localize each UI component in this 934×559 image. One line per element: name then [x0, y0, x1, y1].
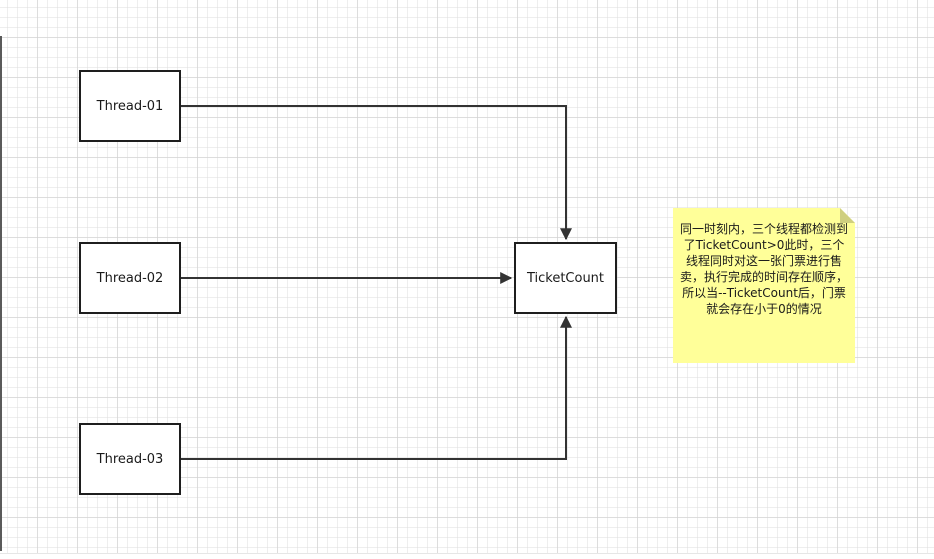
node-ticketcount-label: TicketCount [526, 270, 605, 286]
canvas-bottom-strip [0, 553, 934, 559]
node-thread-01[interactable]: Thread-01 [79, 70, 181, 142]
edge-thread3-to-ticketcount[interactable] [181, 315, 572, 460]
node-thread-03[interactable]: Thread-03 [79, 423, 181, 495]
node-thread-02-label: Thread-02 [96, 270, 164, 286]
node-thread-01-label: Thread-01 [96, 98, 164, 114]
diagram-canvas: Thread-01 Thread-02 Thread-03 TicketCoun… [0, 0, 934, 559]
sticky-note-text: 同一时刻内，三个线程都检测到了TicketCount>0此时，三个线程同时对这一… [679, 222, 848, 316]
node-thread-03-label: Thread-03 [96, 451, 164, 467]
node-ticketcount[interactable]: TicketCount [514, 242, 617, 314]
edge-thread1-to-ticketcount[interactable] [181, 105, 572, 241]
node-thread-02[interactable]: Thread-02 [79, 242, 181, 314]
